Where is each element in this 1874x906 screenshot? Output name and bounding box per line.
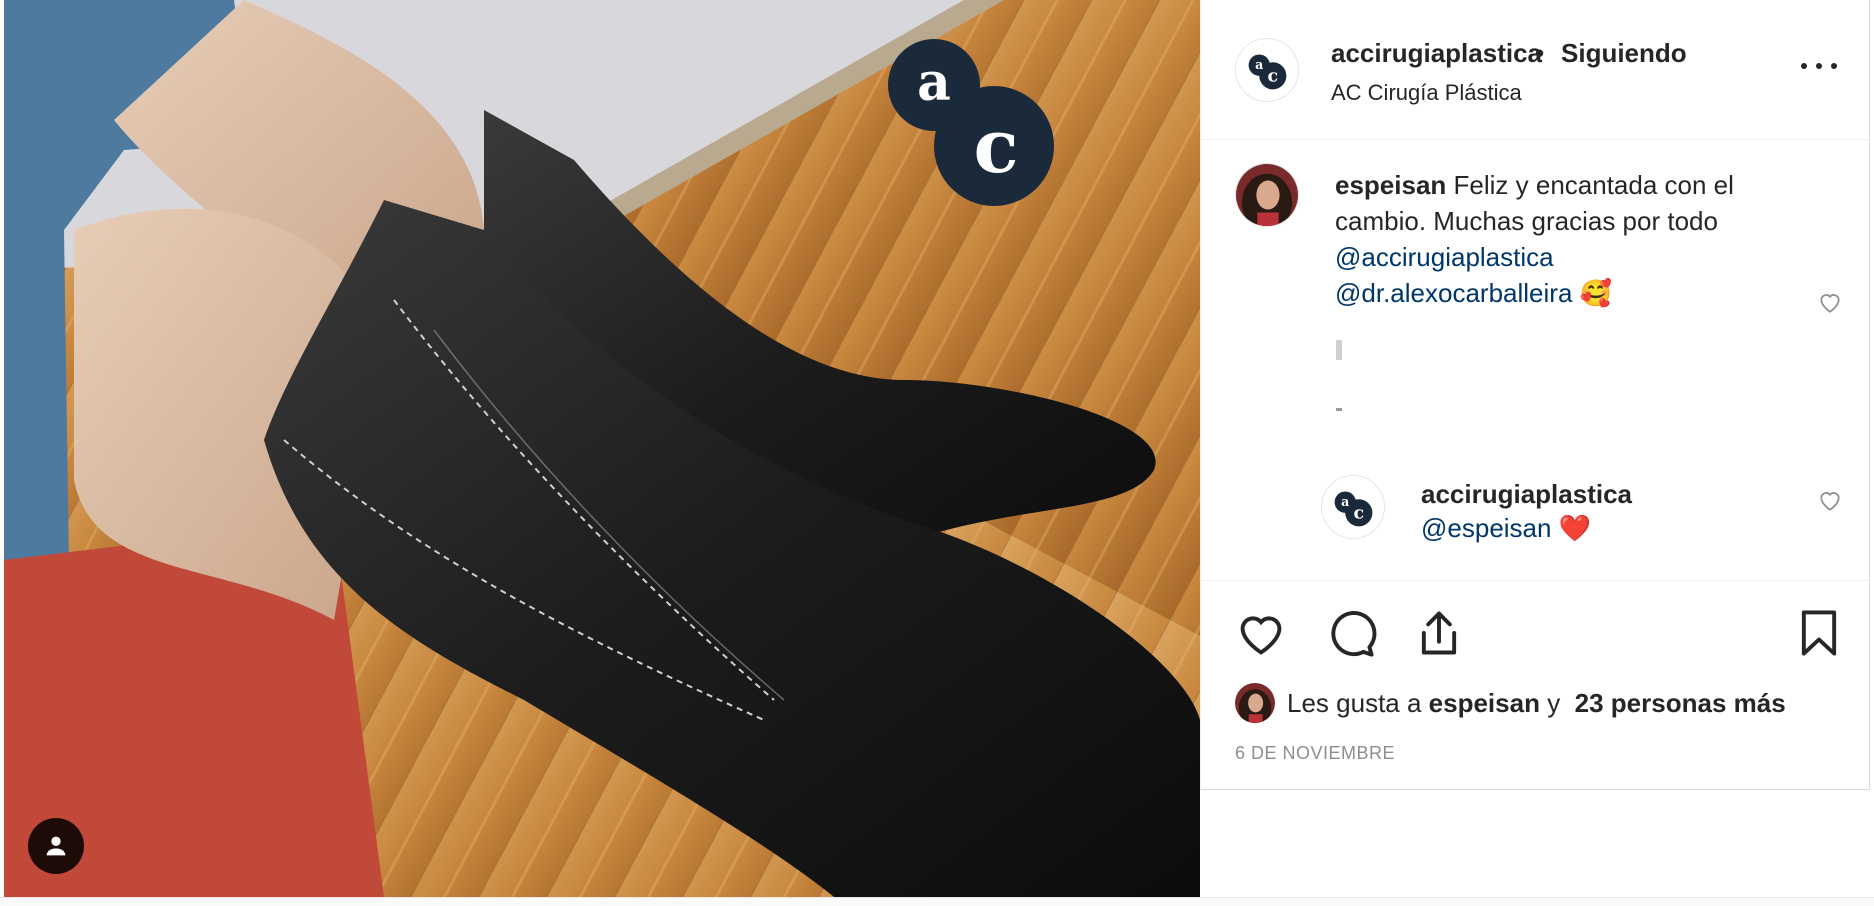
liker-avatar[interactable] (1235, 683, 1275, 723)
caption-comment: espeisan Feliz y encantada con el cambio… (1335, 167, 1775, 311)
reply-author-avatar[interactable]: a c (1321, 475, 1385, 539)
page-bottom-edge (0, 897, 1874, 906)
post-header: a c accirugiaplastica • Siguiendo AC Cir… (1201, 0, 1869, 140)
commenter-avatar[interactable] (1235, 163, 1299, 227)
share-icon[interactable] (1413, 607, 1465, 659)
scroll-fragment (1336, 340, 1342, 360)
likes-prefix: Les gusta a (1287, 687, 1422, 718)
comment-like-heart-icon[interactable] (1817, 487, 1843, 513)
post-media[interactable]: a c (4, 0, 1200, 897)
post-actions: Les gusta a espeisan y 23 personas más 6… (1201, 580, 1869, 790)
reply-comment: @espeisan ❤️ (1421, 513, 1591, 544)
heart-icon[interactable] (1235, 607, 1287, 659)
header-separator: • (1535, 38, 1545, 68)
caption-emoji: 🥰 (1579, 278, 1613, 308)
scroll-fragment (1336, 408, 1342, 411)
mention-link[interactable]: @espeisan (1421, 513, 1551, 543)
comment-like-heart-icon[interactable] (1817, 289, 1843, 315)
mention-link[interactable]: @dr.alexocarballeira (1335, 278, 1572, 308)
bookmark-icon[interactable] (1793, 607, 1845, 659)
svg-text:a: a (917, 52, 951, 113)
likes-conjunction: y (1547, 687, 1561, 718)
ac-logo-icon: a c (1334, 491, 1373, 527)
svg-text:a: a (1255, 57, 1263, 72)
post-date[interactable]: 6 DE NOVIEMBRE (1235, 743, 1395, 764)
post-photo: a c (4, 0, 1200, 897)
profile-photo-icon (1235, 683, 1275, 723)
svg-text:c: c (1354, 504, 1365, 524)
reply-emoji: ❤️ (1558, 513, 1592, 543)
svg-text:c: c (1268, 67, 1279, 87)
author-username[interactable]: accirugiaplastica (1331, 38, 1542, 69)
post-side-panel: a c accirugiaplastica • Siguiendo AC Cir… (1200, 0, 1870, 790)
likes-others-link[interactable]: 23 personas más (1575, 688, 1786, 719)
svg-text:a: a (1341, 494, 1349, 509)
likes-summary: Les gusta a espeisan y 23 personas más (1235, 681, 1786, 725)
ac-logo-icon: a c (1248, 54, 1287, 90)
follow-status-button[interactable]: Siguiendo (1561, 38, 1687, 69)
svg-text:c: c (973, 104, 1018, 190)
liker-username[interactable]: espeisan (1429, 688, 1540, 719)
comments-list: espeisan Feliz y encantada con el cambio… (1201, 141, 1869, 579)
more-options-icon[interactable] (1801, 58, 1837, 74)
mention-link[interactable]: @accirugiaplastica (1335, 242, 1554, 272)
user-tag-button[interactable] (28, 818, 84, 874)
reply-username[interactable]: accirugiaplastica (1421, 479, 1632, 510)
author-fullname: AC Cirugía Plástica (1331, 80, 1522, 105)
caption-username[interactable]: espeisan (1335, 170, 1446, 200)
comment-bubble-icon[interactable] (1325, 607, 1377, 659)
user-tag-icon (46, 836, 66, 856)
profile-photo-icon (1236, 164, 1298, 226)
author-avatar[interactable]: a c (1235, 38, 1299, 102)
